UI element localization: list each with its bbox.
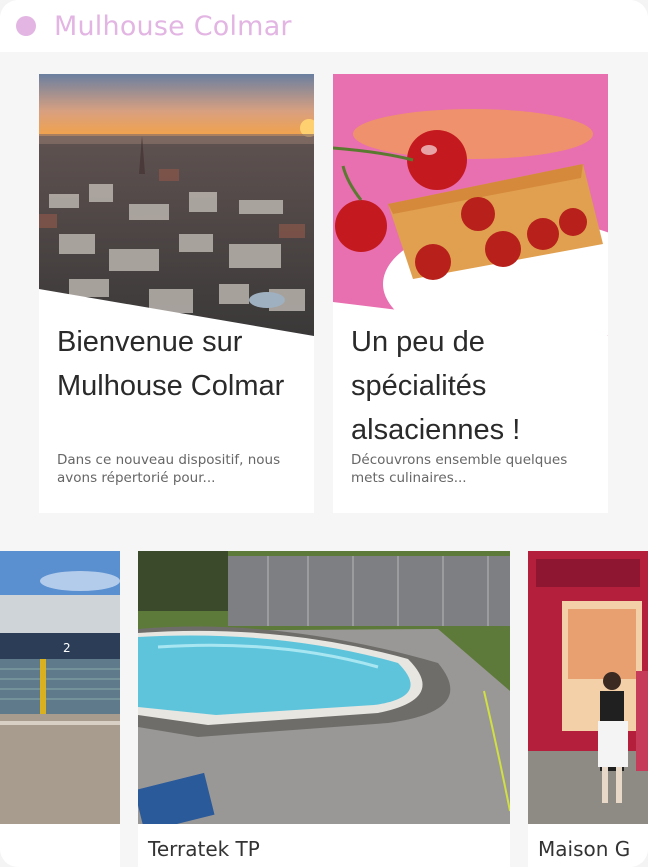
bakery-storefront-image	[528, 551, 648, 824]
app: Mulhouse Colmar Bienvenue sur Mulhouse C…	[0, 0, 648, 867]
pool-image	[138, 551, 510, 824]
card-description: Découvrons ensemble quelques mets culina…	[351, 452, 568, 486]
article-card-specialities[interactable]: Un peu de spécialités alsaciennes ! Déco…	[333, 74, 608, 513]
city-aerial-image	[39, 74, 314, 336]
card-title: Un peu de spécialités alsaciennes !	[351, 326, 521, 446]
header: Mulhouse Colmar	[0, 0, 648, 52]
article-card-welcome[interactable]: Bienvenue sur Mulhouse Colmar Dans ce no…	[39, 74, 314, 513]
brand-dot-icon	[16, 16, 36, 36]
business-card-warehouse[interactable]: 2	[0, 551, 120, 867]
business-card-maison[interactable]: Maison G	[528, 551, 648, 867]
business-name: Terratek TP	[148, 837, 260, 861]
svg-text:2: 2	[63, 641, 71, 655]
card-description: Dans ce nouveau dispositif, nous avons r…	[57, 452, 281, 486]
warehouse-image: 2	[0, 551, 120, 824]
brand-title[interactable]: Mulhouse Colmar	[54, 11, 292, 42]
business-card-terratek[interactable]: Terratek TP	[138, 551, 510, 867]
card-title: Bienvenue sur Mulhouse Colmar	[57, 326, 285, 402]
clafoutis-image	[333, 74, 608, 336]
business-name: Maison G	[538, 837, 631, 861]
